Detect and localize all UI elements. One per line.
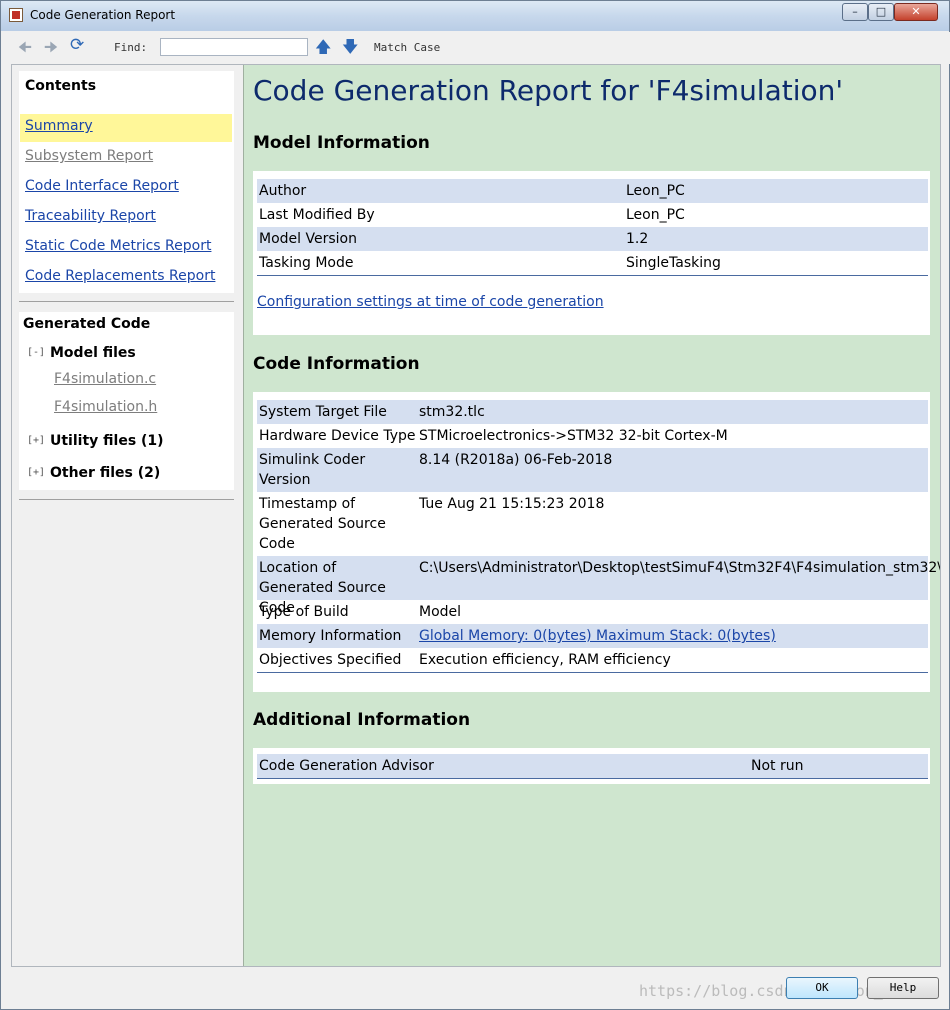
row-value: Leon_PC — [626, 207, 685, 223]
file-link-c[interactable]: F4simulation.c — [54, 371, 156, 387]
watermark: https://blog.csdn.net/leon_ST — [639, 982, 901, 1000]
row-value: Leon_PC — [626, 183, 685, 199]
code-info-heading: Code Information — [253, 354, 420, 374]
nav-static-code-metrics-report[interactable]: Static Code Metrics Report — [25, 238, 211, 254]
nav-code-replacements-report[interactable]: Code Replacements Report — [25, 268, 215, 284]
table-row: Location of Generated Source Code C:\Use… — [257, 556, 940, 616]
row-label: Code Generation Advisor — [259, 758, 434, 774]
report-body: Contents Summary Subsystem Report Code I… — [11, 64, 941, 967]
page-title: Code Generation Report for 'F4simulation… — [253, 74, 844, 107]
window-title: Code Generation Report — [30, 8, 176, 22]
contents-heading: Contents — [25, 78, 97, 94]
code-info-panel: System Target File stm32.tlc Hardware De… — [253, 392, 940, 692]
app-icon — [9, 8, 23, 22]
close-button[interactable]: ✕ — [894, 3, 938, 21]
row-label: Author — [259, 183, 307, 199]
table-row: Last Modified By Leon_PC — [257, 203, 928, 227]
row-value: SingleTasking — [626, 255, 721, 271]
table-row: System Target File stm32.tlc — [257, 400, 928, 424]
utility-files-toggle[interactable]: [+] — [27, 435, 45, 446]
table-row: Model Version 1.2 — [257, 227, 928, 251]
table-bottom-rule — [257, 672, 928, 673]
model-info-panel: Author Leon_PC Last Modified By Leon_PC … — [253, 171, 930, 335]
row-label: Tasking Mode — [259, 255, 354, 271]
refresh-icon[interactable]: ⟳ — [70, 37, 84, 54]
sidebar-divider — [19, 301, 234, 302]
row-label: Type of Build — [259, 604, 349, 620]
row-label: Objectives Specified — [259, 652, 402, 668]
nav-summary[interactable]: Summary — [25, 118, 93, 134]
model-files-label[interactable]: Model files — [50, 345, 136, 361]
row-value: STMicroelectronics->STM32 32-bit Cortex-… — [419, 428, 728, 444]
row-label: Hardware Device Type — [259, 428, 416, 444]
table-row: Author Leon_PC — [257, 179, 928, 203]
nav-subsystem-report[interactable]: Subsystem Report — [25, 148, 153, 164]
maximize-button[interactable]: □ — [868, 3, 894, 21]
arrow-up-icon[interactable]: 🡅 — [315, 38, 331, 56]
table-row: Timestamp of Generated Source Code Tue A… — [257, 492, 928, 556]
minimize-icon: – — [852, 5, 858, 18]
file-link-h[interactable]: F4simulation.h — [54, 399, 157, 415]
navigation-sidebar: Contents Summary Subsystem Report Code I… — [12, 65, 242, 966]
table-row: Tasking Mode SingleTasking — [257, 251, 928, 275]
title-bar: Code Generation Report – □ ✕ — [1, 1, 949, 31]
minimize-button[interactable]: – — [842, 3, 868, 21]
row-label: System Target File — [259, 404, 387, 420]
table-row: Hardware Device Type STMicroelectronics-… — [257, 424, 928, 448]
other-files-toggle[interactable]: [+] — [27, 467, 45, 478]
nav-traceability-report[interactable]: Traceability Report — [25, 208, 156, 224]
row-value: C:\Users\Administrator\Desktop\testSimuF… — [419, 560, 941, 576]
ok-button[interactable]: OK — [786, 977, 858, 999]
sidebar-divider-bottom — [19, 499, 234, 500]
row-label: Memory Information — [259, 628, 402, 644]
model-info-heading: Model Information — [253, 133, 430, 153]
report-window: Code Generation Report – □ ✕ 🠈 🠊 ⟳ Find:… — [0, 0, 950, 1010]
contents-panel: Contents Summary Subsystem Report Code I… — [19, 71, 234, 293]
other-files-label[interactable]: Other files (2) — [50, 465, 160, 481]
toolbar: 🠈 🠊 ⟳ Find: 🡅 🡇 Match Case — [2, 32, 950, 64]
generated-code-panel: Generated Code [-] Model files F4simulat… — [19, 312, 234, 490]
additional-info-heading: Additional Information — [253, 710, 471, 730]
close-icon: ✕ — [911, 5, 921, 18]
match-case-option[interactable]: Match Case — [374, 41, 440, 54]
generated-code-heading: Generated Code — [23, 316, 151, 332]
maximize-icon: □ — [875, 5, 887, 18]
utility-files-label[interactable]: Utility files (1) — [50, 433, 164, 449]
help-button[interactable]: Help — [867, 977, 939, 999]
row-value: 1.2 — [626, 231, 649, 247]
table-row: Code Generation Advisor Not run — [257, 754, 928, 778]
memory-info-link[interactable]: Global Memory: 0(bytes) Maximum Stack: 0… — [419, 626, 776, 646]
row-label: Simulink Coder Version — [259, 452, 366, 488]
find-label: Find: — [114, 41, 148, 54]
row-label: Model Version — [259, 231, 357, 247]
row-value: stm32.tlc — [419, 404, 485, 420]
nav-code-interface-report[interactable]: Code Interface Report — [25, 178, 179, 194]
table-row: Objectives Specified Execution efficienc… — [257, 648, 928, 672]
forward-arrow-icon[interactable]: 🠊 — [44, 40, 58, 55]
row-value: Model — [419, 604, 462, 620]
config-settings-link[interactable]: Configuration settings at time of code g… — [257, 294, 604, 310]
row-label: Last Modified By — [259, 207, 375, 223]
additional-info-panel: Code Generation Advisor Not run — [253, 748, 930, 784]
model-files-toggle[interactable]: [-] — [27, 347, 45, 358]
back-arrow-icon[interactable]: 🠈 — [18, 40, 32, 55]
row-value: 8.14 (R2018a) 06-Feb-2018 — [419, 452, 613, 468]
row-value: Execution efficiency, RAM efficiency — [419, 652, 671, 668]
table-row: Simulink Coder Version 8.14 (R2018a) 06-… — [257, 448, 928, 492]
arrow-down-icon[interactable]: 🡇 — [342, 38, 358, 56]
table-row: Memory Information Global Memory: 0(byte… — [257, 624, 928, 648]
row-label: Timestamp of Generated Source Code — [259, 496, 386, 552]
table-row: Type of Build Model — [257, 600, 928, 624]
report-content: Code Generation Report for 'F4simulation… — [243, 65, 940, 966]
table-bottom-rule — [257, 778, 928, 779]
row-value: Tue Aug 21 15:15:23 2018 — [419, 496, 605, 512]
row-value: Not run — [751, 758, 804, 774]
find-input[interactable] — [160, 38, 308, 56]
table-bottom-rule — [257, 275, 928, 276]
